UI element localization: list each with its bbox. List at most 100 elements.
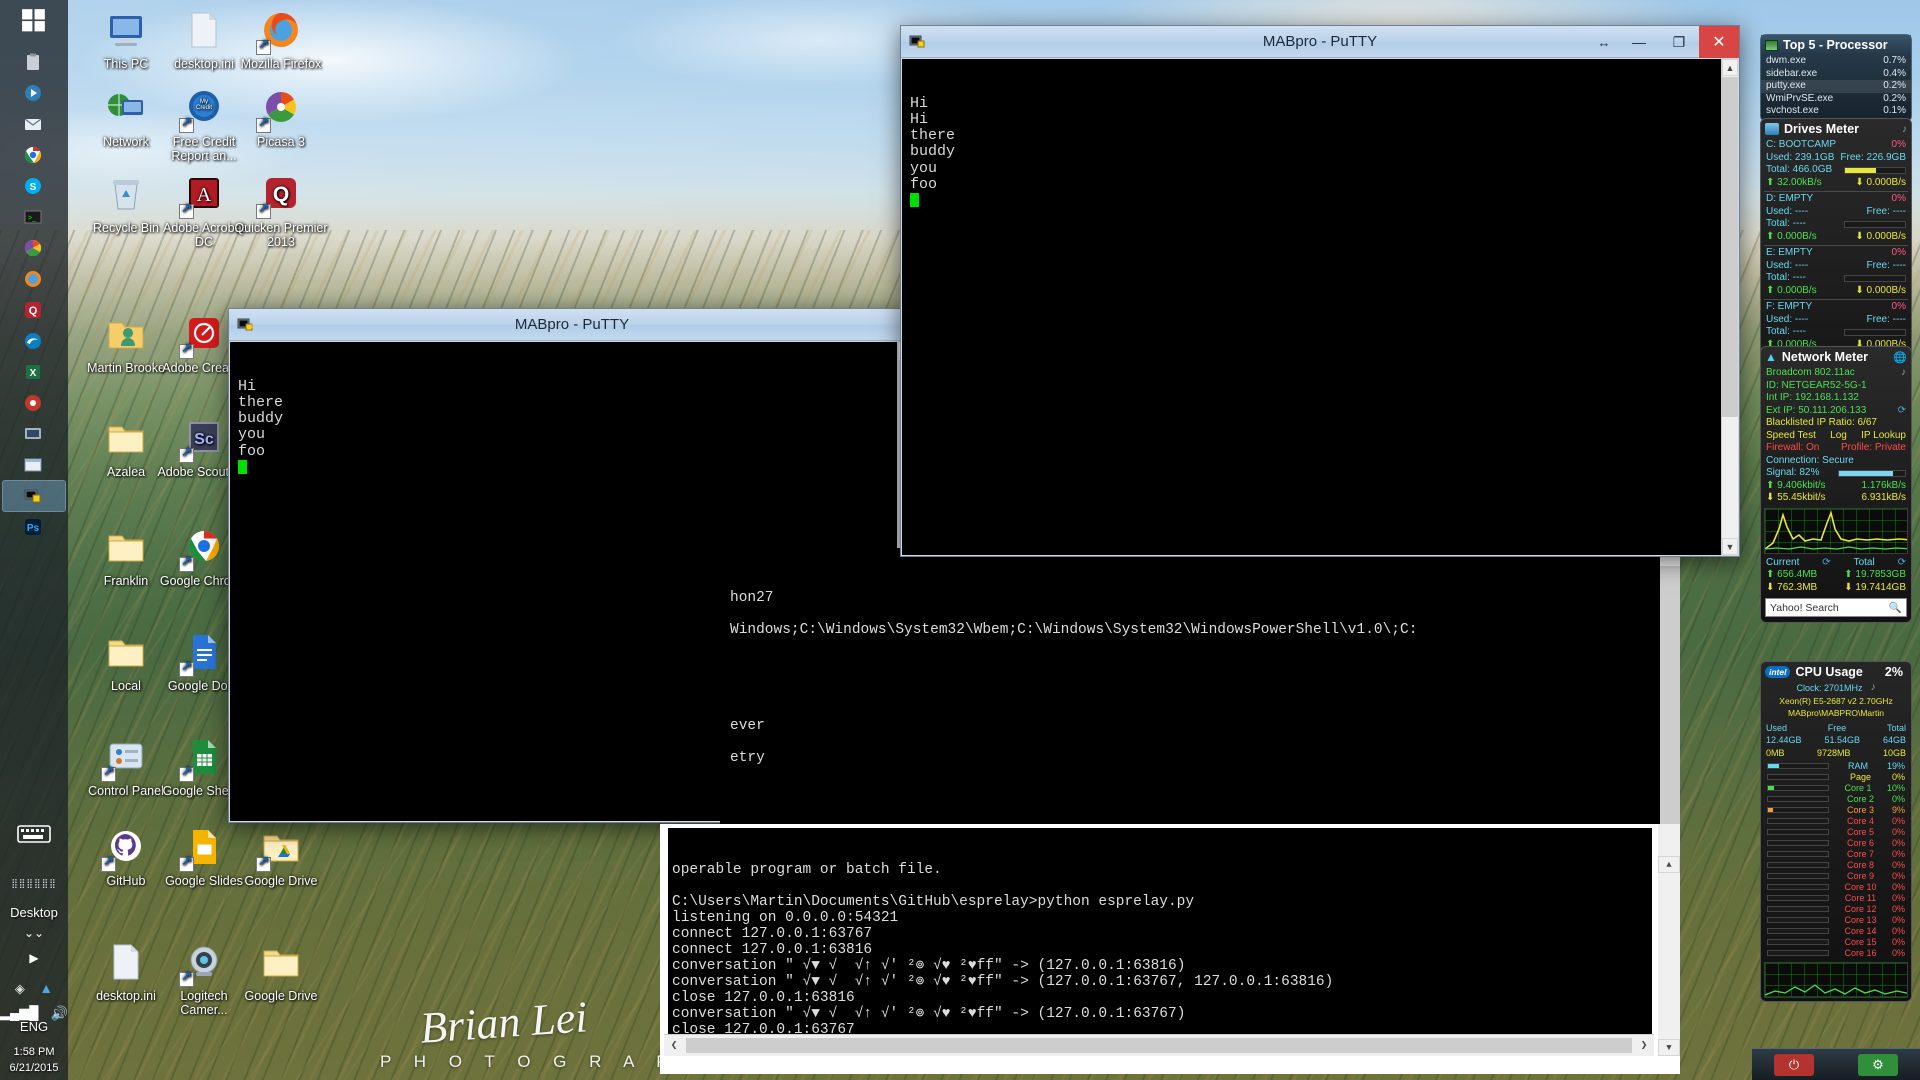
hscrollbar-thumb[interactable] <box>686 1038 1632 1053</box>
window-icon <box>23 455 45 475</box>
taskbar-item-mail[interactable] <box>3 109 65 139</box>
taskbar-clock[interactable]: 1:58 PM 6/21/2015 <box>0 1044 68 1076</box>
top5-row[interactable]: svchost.exe 0.1% <box>1761 105 1911 118</box>
top5-row[interactable]: dwm.exe 0.7% <box>1761 55 1911 68</box>
desktop-icon-quicken-premier-2013[interactable]: Q Quicken Premier 2013 <box>233 172 329 249</box>
desktop-peek-label[interactable]: Desktop <box>0 905 68 920</box>
putty-front-titlebar[interactable]: MABpro - PuTTY ↔ — ❐ ✕ <box>901 26 1739 58</box>
resize-handle-icon[interactable]: ↔ <box>1589 26 1619 58</box>
tray-play-arrow-icon[interactable]: ▶ <box>0 951 68 965</box>
taskbar-item-media[interactable] <box>3 78 65 108</box>
refresh-icon-2[interactable]: ⟳ <box>1898 557 1906 570</box>
tray-expand-chevron[interactable]: ⌄⌄ <box>0 926 68 940</box>
globe-icon[interactable]: 🌐 <box>1893 351 1907 364</box>
sidebar-tray-bar[interactable]: ⏻ ⚙ <box>1752 1048 1920 1080</box>
putty-front-scrollbar[interactable]: ▲ ▼ <box>1721 59 1738 555</box>
log-link[interactable]: Log <box>1830 430 1847 443</box>
tray-misc-icons[interactable]: ◈ ▲ <box>0 980 68 998</box>
tray-keyboard-button[interactable] <box>0 823 68 850</box>
settings-button[interactable]: ⚙ <box>1858 1053 1898 1076</box>
cpu-machine-row: MABpro\MABPRO\Martin <box>1761 707 1911 720</box>
refresh-icon[interactable]: ⟳ <box>1898 405 1906 418</box>
gadget-cpu-usage[interactable]: intel CPU Usage 2% Clock: 2701MHz ♪ Xeon… <box>1760 661 1912 1002</box>
taskbar-item-monitor[interactable] <box>3 419 65 449</box>
taskbar-item-quicken[interactable]: Q <box>3 295 65 325</box>
taskbar-item-chrome[interactable] <box>3 140 65 170</box>
drive-label-row: F: EMPTY 0% <box>1761 301 1911 314</box>
desktop-icon-google-drive[interactable]: Google Drive <box>233 940 329 1003</box>
scroll-left-button[interactable]: ❮ <box>664 1036 684 1056</box>
scroll-right-button[interactable]: ❯ <box>1634 1036 1654 1056</box>
drive-usage-bar <box>1844 220 1906 228</box>
network-icon <box>103 86 149 132</box>
minimize-button[interactable]: — <box>1619 26 1659 58</box>
taskbar-item-clipboard[interactable] <box>3 47 65 77</box>
scroll-down-button[interactable]: ▼ <box>1658 1039 1680 1056</box>
scroll-up-button[interactable]: ▲ <box>1722 59 1738 76</box>
close-button[interactable]: ✕ <box>1699 26 1739 58</box>
putty-window-front[interactable]: MABpro - PuTTY ↔ — ❐ ✕ Hi Hi there buddy you… <box>900 25 1740 557</box>
cmd-console-bottom[interactable]: operable program or batch file. C:\Users… <box>660 824 1680 1074</box>
window-controls[interactable]: ↔ — ❐ ✕ <box>1589 26 1739 58</box>
gadget-network-meter[interactable]: ▲ Network Meter 🌐 Broadcom 802.11ac ♪ ID… <box>1760 346 1912 623</box>
cpu-meter-name: Core 7 <box>1846 849 1874 859</box>
language-indicator[interactable]: ENG <box>0 1019 68 1034</box>
power-button[interactable]: ⏻ <box>1774 1053 1814 1076</box>
terminal-line: hon27 <box>730 590 774 606</box>
scrollbar-thumb[interactable] <box>1660 566 1680 866</box>
maximize-button[interactable]: ❐ <box>1659 26 1699 58</box>
putty-back-titlebar[interactable]: ⚡ MABpro - PuTTY <box>229 309 915 341</box>
taskbar-item-terminal[interactable]: >_ <box>3 202 65 232</box>
taskbar-item-record[interactable] <box>3 388 65 418</box>
drive-entry[interactable]: C: BOOTCAMP 0% Used: 239.1GB Free: 226.9GB T… <box>1761 139 1911 189</box>
magnifier-icon[interactable]: 🔍 <box>1889 601 1902 614</box>
gadget-top5-processor[interactable]: Top 5 - Processor dwm.exe 0.7% sidebar.exe… <box>1760 34 1912 122</box>
desktop-icon-google-drive[interactable]: Google Drive <box>233 825 329 888</box>
taskbar-item-excel[interactable]: X <box>3 357 65 387</box>
drive-total-row: Total: ---- <box>1761 272 1911 285</box>
cmd-bottom-hscrollbar[interactable]: ❮ ❯ <box>664 1034 1654 1056</box>
folder-icon <box>103 416 149 462</box>
top5-row[interactable]: putty.exe 0.2% <box>1761 80 1911 93</box>
cpu-meter-name: Core 14 <box>1844 926 1877 936</box>
scroll-down-button[interactable]: ▼ <box>1722 538 1738 555</box>
drive-entry[interactable]: D: EMPTY 0% Used: ---- Free: ---- Total: ---… <box>1761 191 1911 243</box>
google-drive-tray-icon[interactable]: ▲ <box>39 980 53 996</box>
refresh-icon[interactable]: ⟳ <box>1822 557 1830 570</box>
cmd-bottom-vscrollbar[interactable]: ▲ ▼ <box>1658 824 1680 1056</box>
speed-test-link[interactable]: Speed Test <box>1766 430 1816 443</box>
drive-entry[interactable]: F: EMPTY 0% Used: ---- Free: ---- Total: ---… <box>1761 299 1911 351</box>
desktop-icon-picasa-3[interactable]: Picasa 3 <box>233 86 329 149</box>
drive-entry[interactable]: E: EMPTY 0% Used: ---- Free: ---- Total: ---… <box>1761 245 1911 297</box>
yahoo-search-box[interactable]: Yahoo! Search 🔍 <box>1765 598 1907 617</box>
taskbar[interactable]: S >_ Q X Ps ⣿⣿⣿⣿⣿⣿ Desktop ⌄⌄ ▶ ◈ ▲ ▂▄▆█ 🔊 E… <box>0 0 68 1080</box>
process-cpu: 0.4% <box>1883 67 1906 79</box>
music-note-icon[interactable]: ♪ <box>1902 124 1907 135</box>
top5-row[interactable]: sidebar.exe 0.4% <box>1761 68 1911 81</box>
top5-row[interactable]: WmiPrvSE.exe 0.2% <box>1761 93 1911 106</box>
music-note-icon[interactable]: ♪ <box>1901 367 1906 380</box>
taskbar-item-window[interactable] <box>3 450 65 480</box>
diamond-icon[interactable]: ◈ <box>15 981 25 996</box>
cpu-meter-row: Core 6 0% <box>1761 838 1911 849</box>
taskbar-item-skype[interactable]: S <box>3 171 65 201</box>
top5-process-list[interactable]: dwm.exe 0.7% sidebar.exe 0.4% putty.exe 0.2% W… <box>1761 55 1911 121</box>
taskbar-item-edge[interactable] <box>3 326 65 356</box>
taskbar-grip[interactable]: ⣿⣿⣿⣿⣿⣿ <box>0 879 68 888</box>
taskbar-item-firefox[interactable] <box>3 264 65 294</box>
taskbar-item-putty[interactable] <box>2 480 66 512</box>
scrollbar-thumb[interactable] <box>1722 77 1738 417</box>
network-ext-ip: Ext IP: 50.111.206.133 <box>1766 404 1867 416</box>
start-button[interactable] <box>0 0 68 40</box>
scroll-up-button[interactable]: ▲ <box>1658 856 1680 873</box>
desktop-sidebar[interactable]: Top 5 - Processor dwm.exe 0.7% sidebar.exe… <box>1752 0 1920 1080</box>
page-total: 10GB <box>1882 747 1906 758</box>
ip-lookup-link[interactable]: IP Lookup <box>1861 430 1906 443</box>
network-links-row[interactable]: Speed Test Log IP Lookup <box>1761 430 1911 443</box>
top5-header: Top 5 - Processor <box>1761 35 1911 55</box>
music-note-icon[interactable]: ♪ <box>1871 682 1876 695</box>
putty-front-terminal[interactable]: Hi Hi there buddy you foo <box>902 59 1721 555</box>
taskbar-item-picasa[interactable] <box>3 233 65 263</box>
desktop-icon-mozilla-firefox[interactable]: Mozilla Firefox <box>233 8 329 71</box>
taskbar-item-photoshop[interactable]: Ps <box>3 512 65 542</box>
